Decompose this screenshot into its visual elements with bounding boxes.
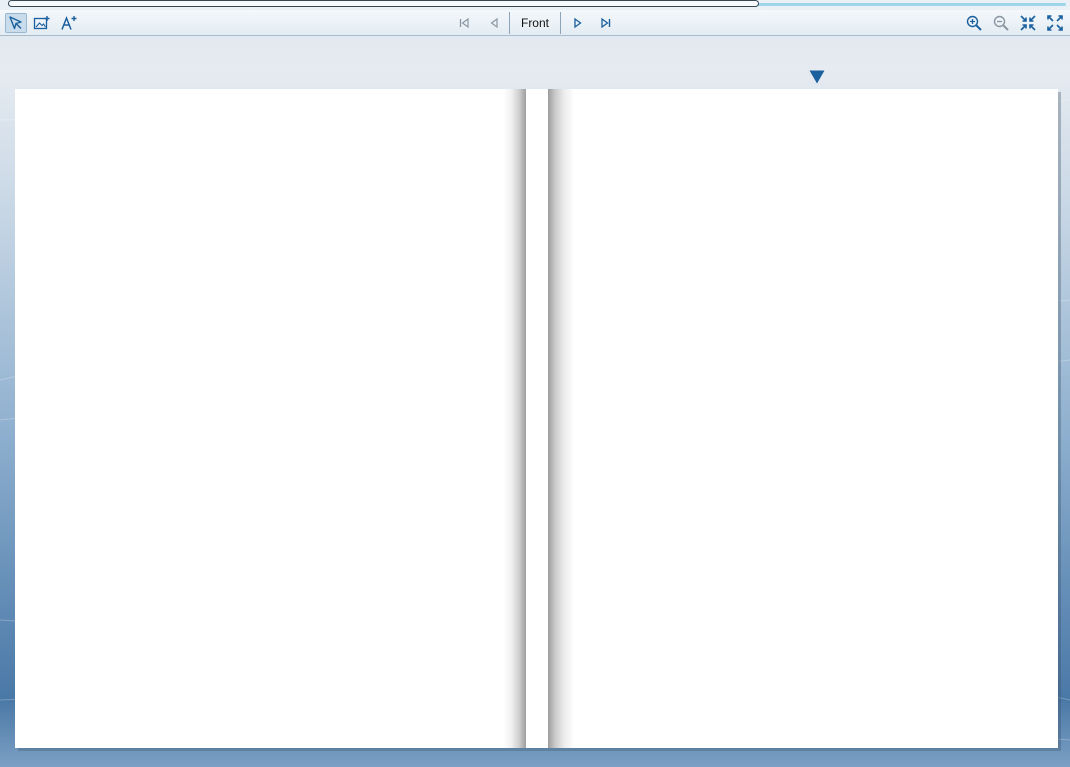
last-page-button[interactable]	[595, 13, 617, 33]
next-page-button[interactable]	[567, 13, 589, 33]
add-text-button[interactable]	[58, 13, 80, 33]
left-page[interactable]	[15, 89, 526, 748]
progress-slider-thumb[interactable]	[8, 0, 759, 7]
down-triangle-icon[interactable]	[809, 70, 825, 84]
image-plus-icon	[33, 16, 50, 30]
pointer-icon	[9, 16, 22, 30]
page-shadow-bottom	[18, 748, 1061, 751]
current-page-label: Front	[520, 16, 549, 30]
collapse-icon	[1020, 15, 1036, 31]
fullscreen-button[interactable]	[1044, 13, 1066, 33]
add-image-button[interactable]	[31, 13, 53, 33]
previous-page-button[interactable]	[483, 13, 505, 33]
zoom-out-button[interactable]	[990, 13, 1012, 33]
first-page-icon	[459, 17, 469, 29]
page-shadow	[1058, 92, 1061, 748]
nav-separator-right	[560, 12, 561, 34]
expand-icon	[1047, 15, 1063, 31]
book-spine-gap	[526, 89, 548, 748]
text-plus-icon	[61, 15, 77, 30]
first-page-button[interactable]	[453, 13, 475, 33]
next-page-icon	[574, 17, 582, 29]
right-page[interactable]	[548, 89, 1058, 748]
previous-page-icon	[490, 17, 498, 29]
page-progress-strip	[0, 0, 1070, 10]
select-tool-button[interactable]	[5, 13, 27, 33]
zoom-in-button[interactable]	[963, 13, 985, 33]
zoom-in-icon	[966, 15, 982, 31]
zoom-out-icon	[993, 15, 1009, 31]
toolbar: Front	[0, 10, 1070, 36]
fit-page-button[interactable]	[1017, 13, 1039, 33]
last-page-icon	[601, 17, 611, 29]
